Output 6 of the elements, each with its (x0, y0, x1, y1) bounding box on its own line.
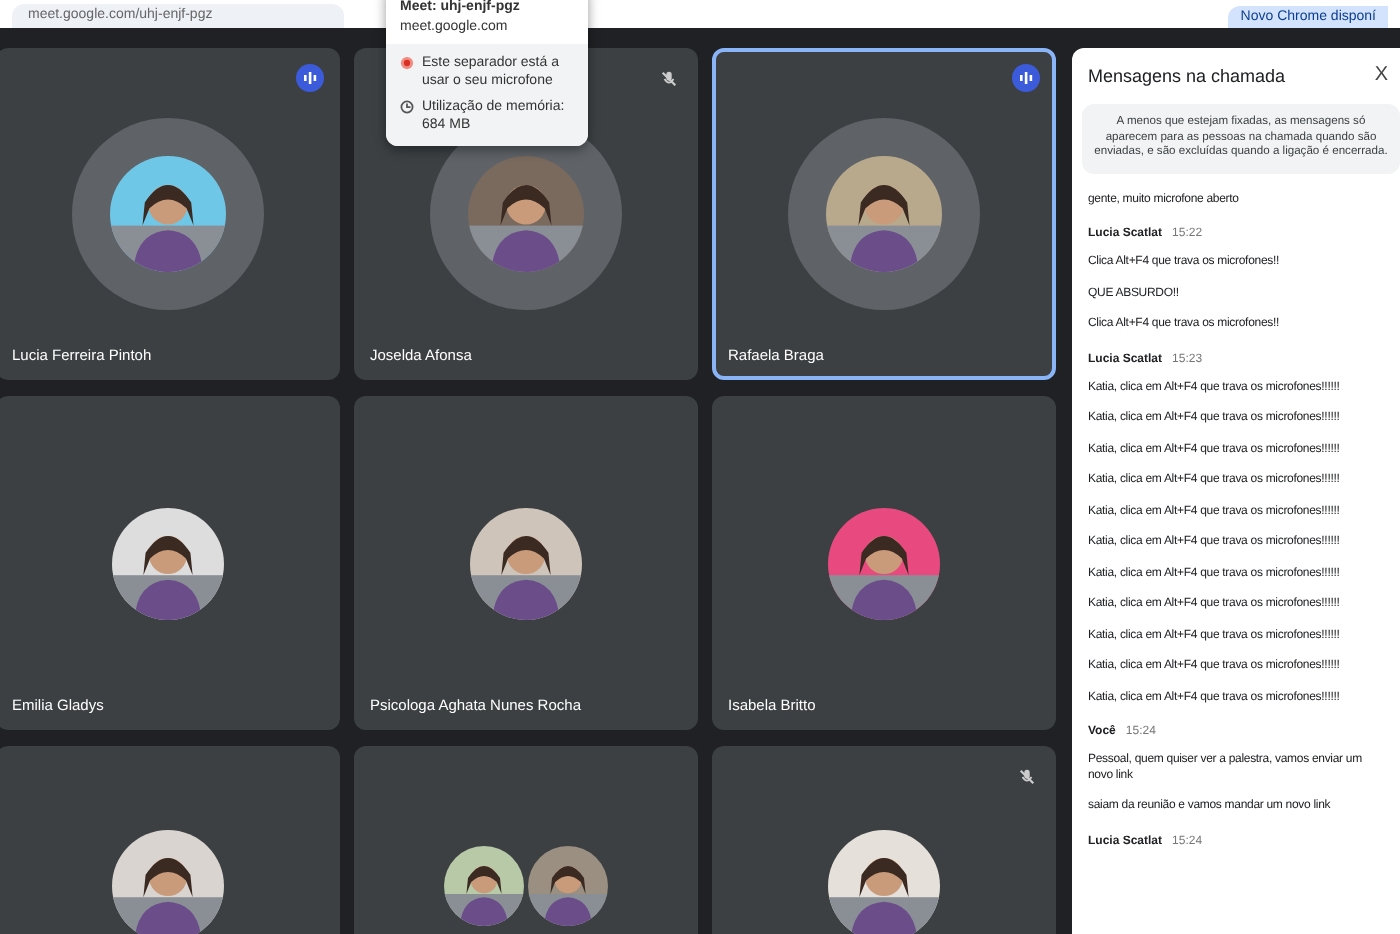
panel-title: Mensagens na chamada (1088, 65, 1286, 85)
recording-icon (400, 56, 414, 70)
participant-tile[interactable] (354, 746, 698, 934)
close-button[interactable]: X (1374, 64, 1388, 86)
participant-tile[interactable] (712, 746, 1056, 934)
participant-tile[interactable] (0, 746, 340, 934)
